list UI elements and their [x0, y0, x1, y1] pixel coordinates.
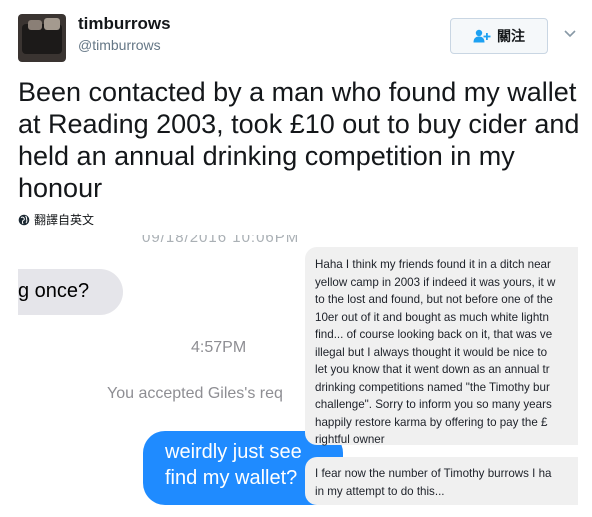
- user-handle[interactable]: @timburrows: [78, 37, 161, 53]
- message-time: 4:57PM: [191, 339, 247, 356]
- gray-bubble-text: g once?: [18, 280, 90, 302]
- message-text: Haha I think my friends found it in a di…: [315, 258, 556, 446]
- gray-message-bubble: g once?: [18, 269, 123, 315]
- chevron-down-icon[interactable]: [563, 26, 577, 40]
- conversation-timestamp: 09/18/2016 10:06PM: [142, 235, 300, 246]
- avatar[interactable]: [18, 14, 66, 62]
- message-panel: Haha I think my friends found it in a di…: [305, 247, 578, 446]
- blue-bubble-line-2: find my wallet?: [165, 467, 298, 489]
- globe-icon: [18, 214, 30, 225]
- tweet-text: Been contacted by a man who found my wal…: [18, 77, 580, 203]
- translate-link[interactable]: 翻譯自英文: [18, 211, 94, 228]
- translate-label: 翻譯自英文: [34, 213, 95, 227]
- display-name[interactable]: timburrows: [78, 14, 171, 34]
- message-text-2: I fear now the number of Timothy burrows…: [315, 467, 552, 498]
- tweet-image[interactable]: 09/18/2016 10:06PM g once? 4:57PM You ac…: [18, 235, 578, 517]
- follow-label: 關注: [497, 28, 525, 44]
- message-panel-2: I fear now the number of Timothy burrows…: [305, 457, 578, 505]
- accepted-request-notice: You accepted Giles's req: [107, 385, 283, 402]
- blue-bubble-line-1: weirdly just see: [165, 441, 302, 463]
- person-plus-icon: [473, 29, 491, 43]
- follow-button[interactable]: 關注: [450, 18, 548, 54]
